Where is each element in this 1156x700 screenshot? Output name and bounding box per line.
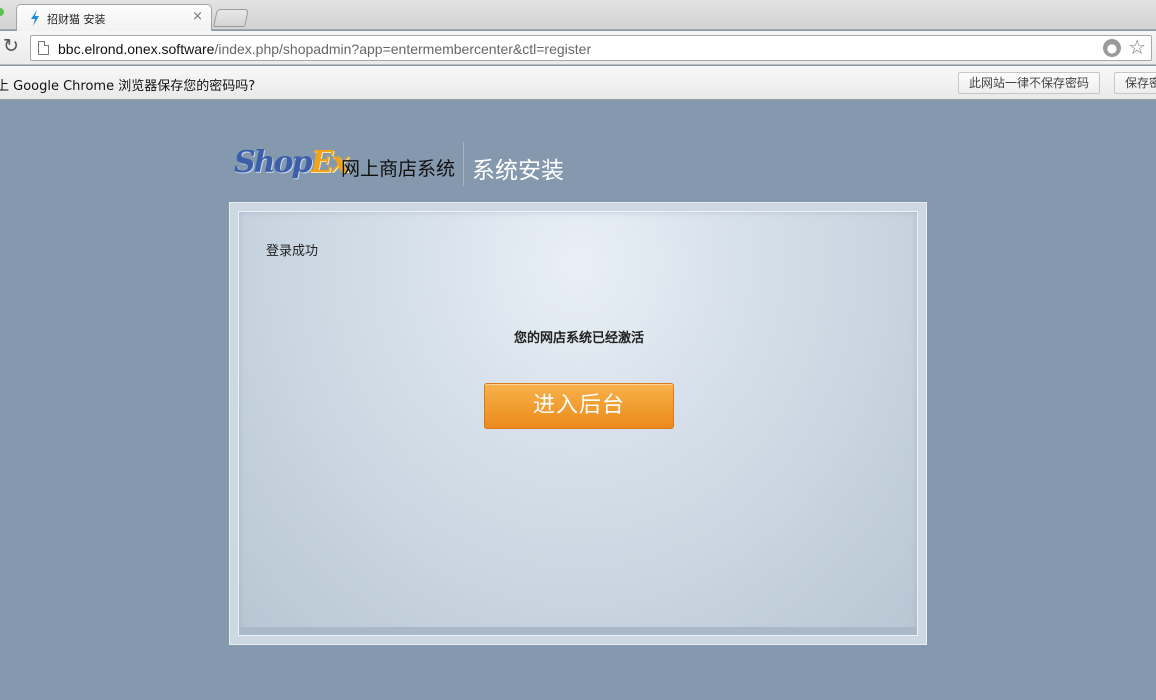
page-title: 系统安装 [472, 158, 564, 184]
url-path: /index.php/shopadmin?app=entermembercent… [214, 41, 592, 57]
never-save-button[interactable]: 此网站一律不保存密码 [958, 72, 1101, 94]
page-icon [38, 41, 49, 55]
tab-title: 招财猫 安装 [47, 13, 106, 26]
activation-message: 您的网店系统已经激活 [513, 331, 644, 346]
url-text[interactable]: bbc.elrond.onex.software/index.php/shopa… [58, 41, 591, 57]
tab-strip: 招财猫 安装 × [0, 0, 1156, 31]
logo-text-shop: Shop [234, 145, 312, 180]
page-header: ShopEx 网上商店系统 系统安装 [234, 142, 634, 186]
address-bar[interactable]: bbc.elrond.onex.software/index.php/shopa… [30, 35, 1152, 61]
lightning-favicon-icon [31, 10, 39, 26]
panel-content: 登录成功 您的网店系统已经激活 进入后台 [238, 211, 918, 636]
close-icon[interactable]: × [192, 9, 203, 24]
reload-icon[interactable]: ↻ [3, 36, 19, 56]
header-divider [463, 142, 464, 186]
url-host: bbc.elrond.onex.software [58, 41, 215, 57]
bookmark-star-icon[interactable]: ☆ [1128, 36, 1146, 58]
password-infobar: 上 Google Chrome 浏览器保存您的密码吗? 此网站一律不保存密码 保… [0, 66, 1156, 100]
logo-subtitle: 网上商店系统 [341, 158, 456, 180]
install-panel: 登录成功 您的网店系统已经激活 进入后台 [229, 202, 927, 645]
password-key-icon[interactable]: ● [1103, 39, 1121, 57]
login-status: 登录成功 [266, 244, 319, 259]
shopex-logo: ShopEx [234, 145, 349, 180]
window-control-icon[interactable] [0, 8, 4, 16]
browser-tab[interactable]: 招财猫 安装 × [16, 4, 212, 31]
new-tab-button[interactable] [213, 9, 249, 27]
enter-admin-button[interactable]: 进入后台 [484, 383, 674, 429]
save-password-button[interactable]: 保存密 [1114, 72, 1156, 94]
browser-toolbar: ↻ bbc.elrond.onex.software/index.php/sho… [0, 31, 1156, 65]
infobar-message: 上 Google Chrome 浏览器保存您的密码吗? [0, 79, 256, 94]
